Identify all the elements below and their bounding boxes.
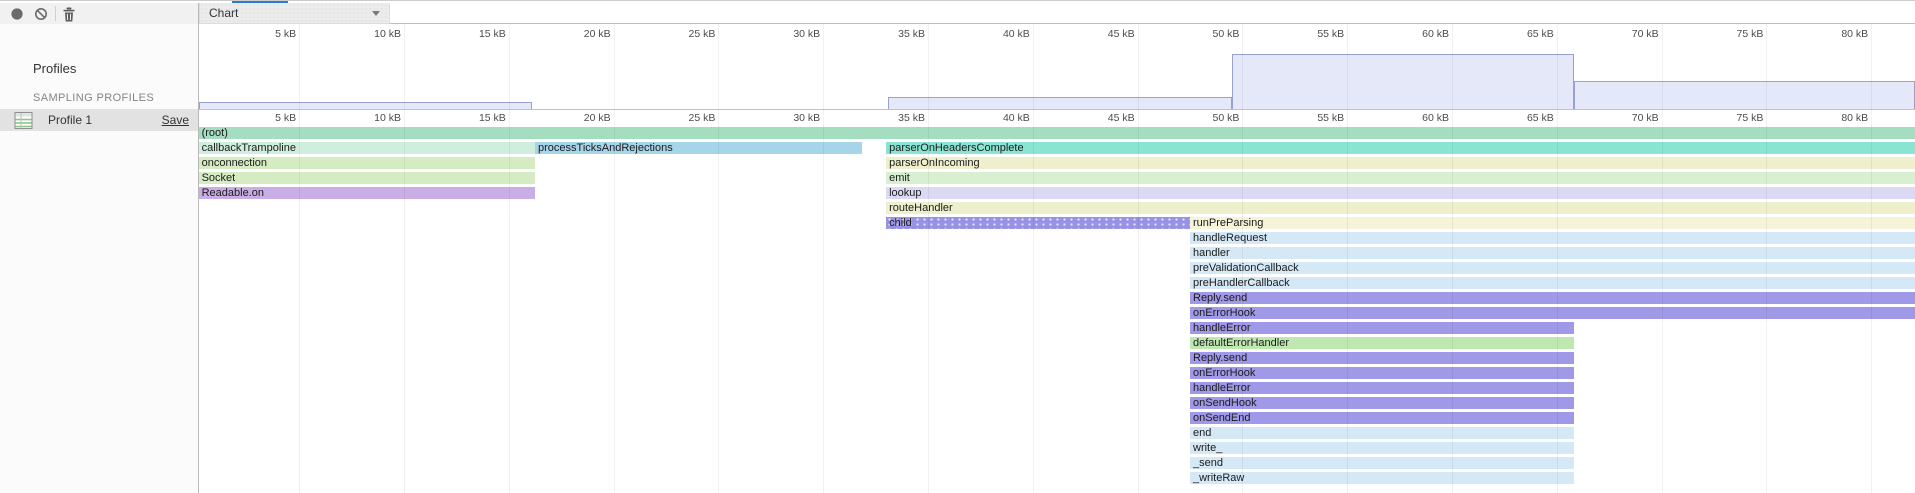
flame-frame[interactable]: child	[886, 217, 1190, 229]
chevron-down-icon	[372, 11, 380, 16]
flame-frame[interactable]: parserOnHeadersComplete	[886, 142, 1915, 154]
tick-label: 30 kB	[760, 28, 820, 40]
flame-frame[interactable]: handler	[1190, 247, 1915, 259]
tick-label: 5 kB	[236, 28, 296, 40]
flame-frame[interactable]: handleError	[1190, 382, 1574, 394]
circle-slash-icon	[34, 7, 48, 21]
flame-frame[interactable]: onErrorHook	[1190, 367, 1574, 379]
flame-frame[interactable]: onErrorHook	[1190, 307, 1915, 319]
tick-label: 45 kB	[1075, 28, 1135, 40]
flame-frame[interactable]: Reply.send	[1190, 292, 1915, 304]
flame-frame[interactable]: runPreParsing	[1190, 217, 1915, 229]
tick-label: 75 kB	[1703, 28, 1763, 40]
tick-label: 35 kB	[865, 28, 925, 40]
flame-frame[interactable]: preHandlerCallback	[1190, 277, 1915, 289]
view-mode-value: Chart	[209, 6, 238, 20]
trash-icon	[62, 7, 76, 22]
flame-chart-panel: (root) callbackTrampolineprocessTicksAndR…	[199, 24, 1915, 493]
flame-frame[interactable]: _send	[1190, 457, 1574, 469]
flame-frame[interactable]: Readable.on	[199, 187, 535, 199]
flame-frame[interactable]: lookup	[886, 187, 1915, 199]
tick-label: 25 kB	[655, 28, 715, 40]
flame-frame[interactable]: callbackTrampoline	[199, 142, 535, 154]
gridline	[509, 24, 510, 493]
flame-frame[interactable]: preValidationCallback	[1190, 262, 1915, 274]
gridline	[928, 24, 929, 493]
flame-frame[interactable]: onconnection	[199, 157, 535, 169]
sampling-profiles-section-label: SAMPLING PROFILES	[33, 92, 154, 104]
flame-frame[interactable]: write_	[1190, 442, 1574, 454]
gridline	[614, 24, 615, 493]
tick-label: 65 kB	[1494, 28, 1554, 40]
flame-frame[interactable]: Socket	[199, 172, 535, 184]
profile-table-icon	[14, 111, 33, 135]
overview-step[interactable]	[1232, 54, 1574, 109]
gridline	[1138, 24, 1139, 493]
flame-frame[interactable]: onSendEnd	[1190, 412, 1574, 424]
flame-frame[interactable]: emit	[886, 172, 1915, 184]
tick-label: 55 kB	[1284, 28, 1344, 40]
flame-frame[interactable]: processTicksAndRejections	[535, 142, 862, 154]
flame-frame[interactable]: Reply.send	[1190, 352, 1574, 364]
flame-frame[interactable]: (root)	[199, 127, 1915, 139]
record-button[interactable]	[9, 6, 25, 22]
overview-step[interactable]	[1574, 81, 1915, 109]
tick-label: 50 kB	[1179, 28, 1239, 40]
profiles-sidebar: Profiles SAMPLING PROFILES Profile 1 Sav…	[0, 24, 199, 493]
gridline	[823, 24, 824, 493]
flame-frame[interactable]: end	[1190, 427, 1574, 439]
tick-label: 20 kB	[551, 28, 611, 40]
gridline	[299, 24, 300, 493]
flame-frame[interactable]: handleError	[1190, 322, 1574, 334]
flame-frame[interactable]: defaultErrorHandler	[1190, 337, 1574, 349]
tick-label: 60 kB	[1389, 28, 1449, 40]
memory-profiler-panel: Chart Profiles SAMPLING PROFILES Profile…	[0, 0, 1915, 493]
save-profile-link[interactable]: Save	[162, 113, 189, 127]
profile-name: Profile 1	[48, 113, 92, 127]
chart-ruler	[199, 109, 1915, 127]
toolbar-separator	[55, 6, 56, 21]
tick-label: 70 kB	[1599, 28, 1659, 40]
profile-item[interactable]: Profile 1 Save	[0, 109, 198, 131]
gridline	[718, 24, 719, 493]
tick-label: 40 kB	[970, 28, 1030, 40]
flame-frame[interactable]: parserOnIncoming	[886, 157, 1915, 169]
view-mode-select[interactable]: Chart	[199, 3, 390, 24]
tick-label: 15 kB	[446, 28, 506, 40]
flame-frame[interactable]: _writeRaw	[1190, 472, 1574, 484]
sidebar-heading: Profiles	[33, 61, 76, 76]
gridline	[404, 24, 405, 493]
tick-label: 80 kB	[1808, 28, 1868, 40]
delete-profile-button[interactable]	[61, 6, 77, 22]
flame-frame[interactable]: routeHandler	[886, 202, 1915, 214]
tick-label: 10 kB	[341, 28, 401, 40]
profiler-toolbar: Chart	[0, 3, 1915, 24]
record-icon	[10, 7, 24, 21]
flame-frame[interactable]: onSendHook	[1190, 397, 1574, 409]
flame-frame[interactable]: handleRequest	[1190, 232, 1915, 244]
clear-all-button[interactable]	[33, 6, 49, 22]
gridline	[1033, 24, 1034, 493]
overview-step[interactable]	[888, 97, 1232, 109]
overview-step[interactable]	[199, 102, 532, 109]
toolbar-left-group	[0, 3, 199, 24]
